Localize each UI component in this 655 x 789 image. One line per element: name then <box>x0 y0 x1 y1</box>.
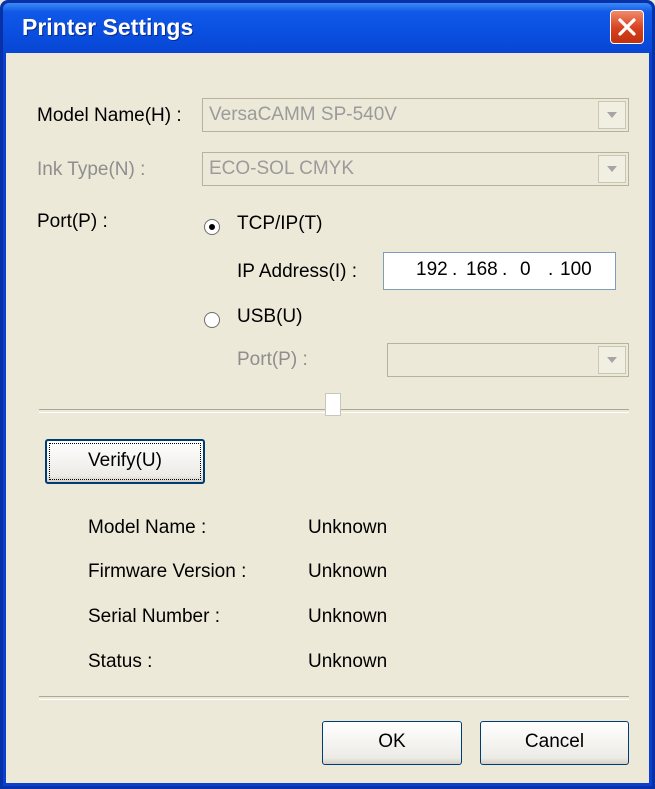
model-name-label: Model Name(H) : <box>37 105 182 126</box>
chevron-down-icon <box>607 112 617 118</box>
usb-radio[interactable] <box>204 312 220 328</box>
verify-button-label: Verify(U) <box>88 450 162 471</box>
port-label: Port(P) : <box>37 211 108 232</box>
ip-octet-3[interactable]: 0 <box>520 259 531 281</box>
ink-type-dropdown-button <box>598 155 626 183</box>
usb-port-label: Port(P) : <box>237 349 308 370</box>
chevron-down-icon <box>607 357 617 363</box>
info-status-label: Status : <box>88 651 153 672</box>
ip-octet-4[interactable]: 100 <box>560 259 592 281</box>
info-model-name-value: Unknown <box>308 517 388 538</box>
ink-type-combo: ECO-SOL CMYK <box>202 152 629 186</box>
info-model-name-label: Model Name : <box>88 517 207 538</box>
tcpip-label[interactable]: TCP/IP(T) <box>237 213 323 235</box>
ip-address-field[interactable]: 192 . 168 . 0 . 100 <box>383 252 616 290</box>
info-firmware-label: Firmware Version : <box>88 561 247 582</box>
cancel-button-label: Cancel <box>524 731 585 752</box>
close-icon <box>618 18 636 36</box>
model-name-value: VersaCAMM SP-540V <box>209 104 397 125</box>
tcpip-radio[interactable] <box>204 219 220 235</box>
ip-address-label: IP Address(I) : <box>237 261 358 282</box>
ok-button[interactable]: OK <box>322 721 462 765</box>
title-bar[interactable]: Printer Settings <box>3 3 652 53</box>
ip-octet-2[interactable]: 168 <box>466 259 498 281</box>
usb-port-combo <box>387 343 629 377</box>
splitter-handle[interactable] <box>325 393 341 416</box>
chevron-down-icon <box>607 166 617 172</box>
ok-button-label: OK <box>378 731 406 752</box>
dialog-body: Model Name(H) : VersaCAMM SP-540V Ink Ty… <box>6 53 649 783</box>
model-name-dropdown-button <box>598 101 626 129</box>
window-title: Printer Settings <box>22 14 194 40</box>
verify-button[interactable]: Verify(U) <box>45 439 205 484</box>
close-button[interactable] <box>610 10 644 44</box>
usb-port-dropdown-button <box>598 346 626 374</box>
ip-dot: . <box>452 259 458 280</box>
footer-separator <box>39 696 629 700</box>
radio-selected-dot <box>209 224 215 230</box>
ink-type-label: Ink Type(N) : <box>37 159 146 180</box>
info-status-value: Unknown <box>308 651 388 672</box>
ink-type-value: ECO-SOL CMYK <box>209 158 354 179</box>
printer-settings-dialog: Printer Settings Model Name(H) : VersaCA… <box>0 0 655 789</box>
ip-octet-1[interactable]: 192 <box>416 259 448 281</box>
ip-dot: . <box>548 259 554 280</box>
ip-dot: . <box>502 259 508 280</box>
info-firmware-value: Unknown <box>308 561 388 582</box>
info-serial-value: Unknown <box>308 606 388 627</box>
cancel-button[interactable]: Cancel <box>480 721 629 765</box>
model-name-combo: VersaCAMM SP-540V <box>202 98 629 132</box>
usb-label[interactable]: USB(U) <box>237 306 302 328</box>
info-serial-label: Serial Number : <box>88 606 220 627</box>
